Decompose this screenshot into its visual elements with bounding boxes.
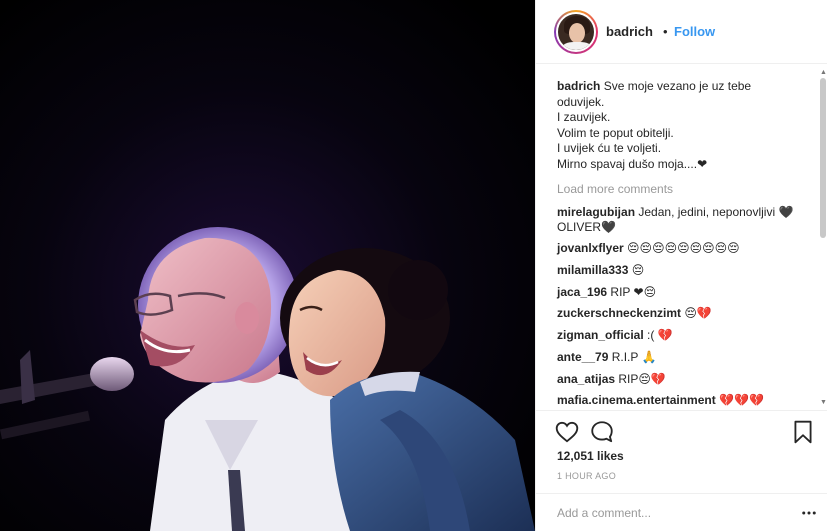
comment-text: RIP😔💔 [618,372,666,386]
comment-item: ante__79 R.I.P 🙏 [557,350,809,365]
comment-item: mafia.cinema.entertainment 💔💔💔 [557,393,809,408]
add-comment-input[interactable] [557,505,787,521]
comment-item: ana_atijas RIP😔💔 [557,372,809,387]
concert-photo-illustration [0,0,535,531]
caption-line: Volim te poput obitelji. [557,125,674,140]
add-comment-bar [536,493,827,531]
comment-item: mirelagubijan Jedan, jedini, neponovljiv… [557,205,809,235]
more-options-icon[interactable] [800,504,818,522]
post-actions [536,410,827,450]
comment-text: 😔😔😔😔😔😔😔😔😔 [627,241,740,255]
header-separator: • [663,24,668,39]
header-username[interactable]: badrich [606,24,653,39]
comment-username[interactable]: jaca_196 [557,285,607,299]
comment-item: jaca_196 RIP ❤😔 [557,285,809,300]
caption-username[interactable]: badrich [557,79,600,93]
caption-line: Sve moje vezano je uz tebe [603,79,752,93]
comment-text: R.I.P 🙏 [611,350,657,364]
comment-item: zuckerschneckenzimt 😔💔 [557,306,809,321]
comment-username[interactable]: zuckerschneckenzimt [557,306,681,320]
caption-line: I uvijek ću te voljeti. [557,141,662,155]
comment-username[interactable]: ante__79 [557,350,608,364]
comment-username[interactable]: zigman_official [557,328,644,342]
comments-scrollbar[interactable]: ▲ ▼ [819,69,827,406]
comment-text: 💔💔💔 [719,393,764,407]
heart-outline-icon[interactable] [554,419,580,445]
comment-bubble-icon[interactable] [589,419,615,445]
likes-count[interactable]: 12,051 likes [557,449,624,463]
comment-username[interactable]: jovanlxflyer [557,241,624,255]
post-header: badrich • Follow [536,0,827,64]
comment-item: zigman_official :( 💔 [557,328,809,343]
caption-line: Mirno spavaj dušo moja....❤ [557,156,708,171]
scroll-down-arrow-icon[interactable]: ▼ [820,399,827,406]
comment-text: 😔 [631,263,645,277]
scrollbar-thumb[interactable] [820,78,826,238]
post-side-panel: badrich • Follow badrich Sve moje vezano… [535,0,827,531]
load-more-comments-button[interactable]: Load more comments [557,182,673,196]
comment-username[interactable]: ana_atijas [557,372,615,386]
comment-text: :( 💔 [647,328,673,342]
scroll-up-arrow-icon[interactable]: ▲ [820,69,827,76]
post-timestamp[interactable]: 1 HOUR AGO [557,471,616,481]
comments-list[interactable]: badrich Sve moje vezano je uz tebe oduvi… [536,70,827,410]
comment-text: 😔💔 [684,306,712,320]
post-photo[interactable] [0,0,535,531]
instagram-post: badrich • Follow badrich Sve moje vezano… [0,0,827,531]
profile-avatar[interactable] [554,10,598,54]
caption-line: I zauvijek. [557,110,611,124]
comment-username[interactable]: mirelagubijan [557,205,635,219]
comment-username[interactable]: mafia.cinema.entertainment [557,393,716,407]
post-caption: badrich Sve moje vezano je uz tebe oduvi… [557,79,797,172]
caption-line: oduvijek. [557,94,605,109]
bookmark-icon[interactable] [790,419,816,445]
follow-button[interactable]: Follow [674,24,715,39]
comment-username[interactable]: milamilla333 [557,263,628,277]
comment-item: jovanlxflyer 😔😔😔😔😔😔😔😔😔 [557,241,809,256]
avatar-image [556,12,596,52]
comment-text: RIP ❤😔 [610,285,657,299]
comment-item: milamilla333 😔 [557,263,809,278]
